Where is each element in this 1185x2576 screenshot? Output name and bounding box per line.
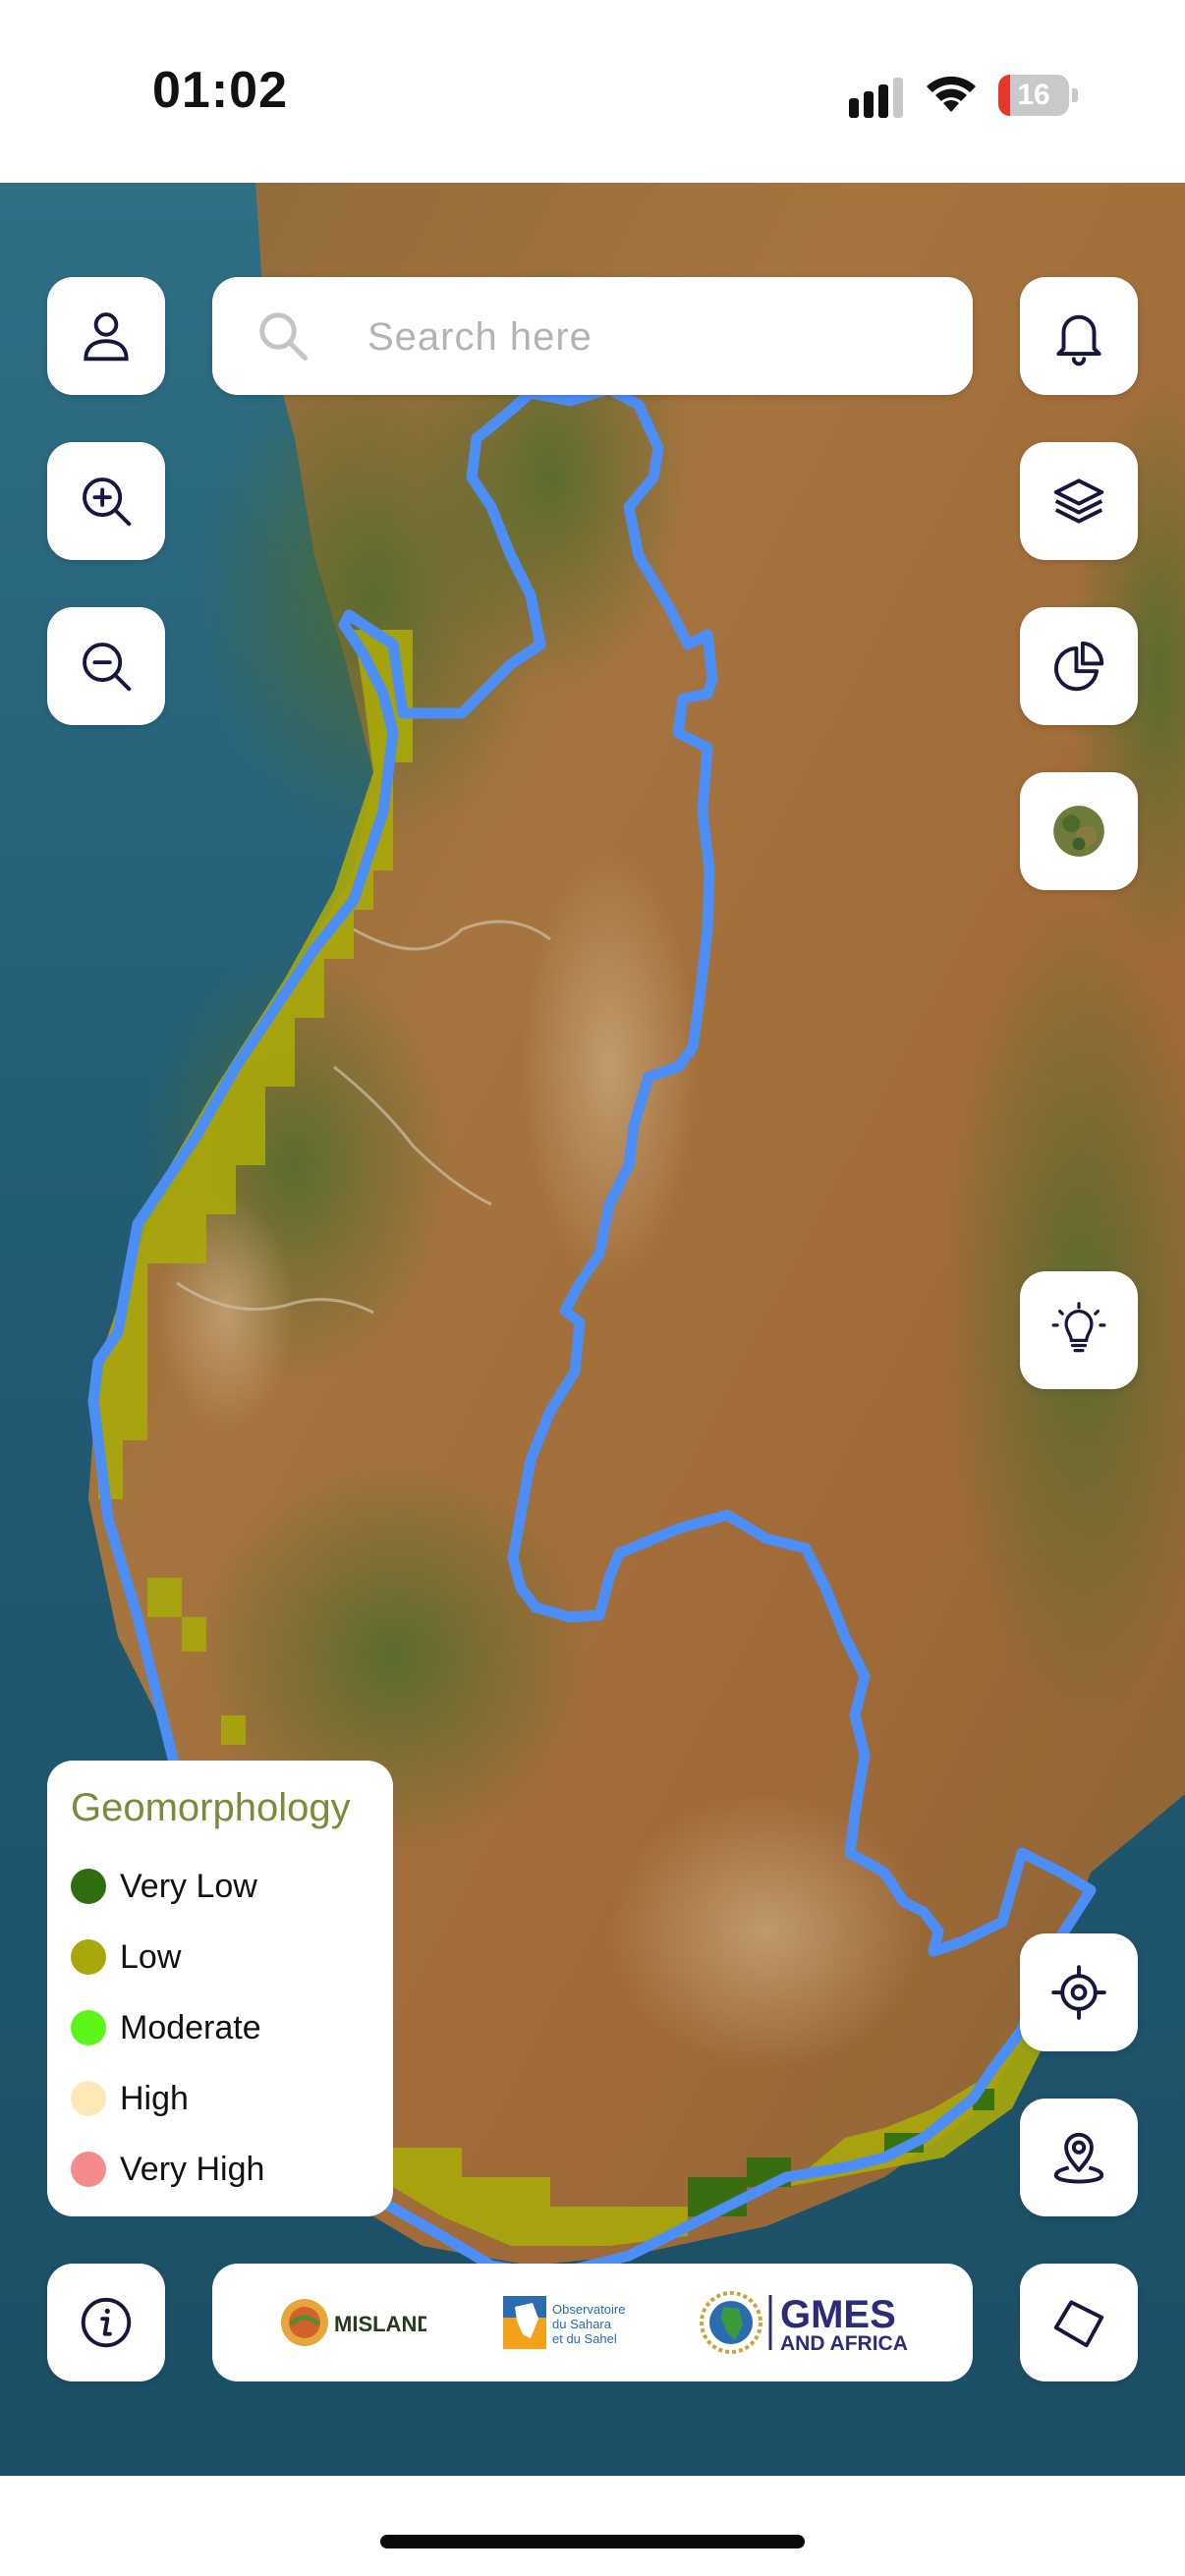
gmes-logo-text: GMES [780, 2293, 896, 2336]
basemap-toggle-button[interactable] [1020, 772, 1138, 890]
legend-item: Moderate [71, 2004, 261, 2051]
user-icon [84, 312, 129, 362]
polygon-icon [1053, 2300, 1104, 2348]
partner-logos-bar: MISLAND Observatoire du Sahara et du Sah… [212, 2264, 973, 2381]
legend-swatch [71, 2010, 106, 2045]
legend-swatch [71, 2152, 106, 2187]
gmes-logo-subtext: AND AFRICA [780, 2332, 908, 2355]
status-bar: 01:02 16 [0, 0, 1185, 183]
info-icon [81, 2297, 132, 2348]
info-button[interactable] [47, 2264, 165, 2381]
my-location-button[interactable] [1020, 1933, 1138, 2051]
misland-logo: MISLAND [279, 2264, 432, 2381]
pin-location-button[interactable] [1020, 2099, 1138, 2216]
zoom-out-icon [83, 643, 132, 692]
battery-icon: 16 [998, 75, 1078, 116]
notifications-button[interactable] [1020, 277, 1138, 395]
legend-swatch [71, 1869, 106, 1904]
oss-logo-text: Observatoire [552, 2302, 625, 2317]
oss-logo-text: et du Sahel [552, 2331, 617, 2346]
statistics-button[interactable] [1020, 607, 1138, 725]
legend-item: Very High [71, 2146, 264, 2193]
legend-swatch [71, 2081, 106, 2116]
layers-button[interactable] [1020, 442, 1138, 560]
map-legend: Geomorphology Very Low Low Moderate High… [47, 1761, 393, 2216]
legend-label: High [120, 2079, 189, 2117]
oss-logo-text: du Sahara [552, 2317, 612, 2331]
wifi-icon [927, 76, 976, 112]
map-pin-icon [1053, 2132, 1104, 2184]
legend-label: Very Low [120, 1867, 257, 1905]
status-time: 01:02 [152, 62, 288, 119]
oss-logo: Observatoire du Sahara et du Sahel [499, 2264, 627, 2381]
legend-label: Low [120, 1937, 182, 1976]
locate-icon [1051, 1965, 1106, 2020]
zoom-in-button[interactable] [47, 442, 165, 560]
legend-label: Very High [120, 2150, 265, 2188]
legend-item: High [71, 2075, 189, 2122]
legend-item: Low [71, 1933, 181, 1981]
zoom-out-button[interactable] [47, 607, 165, 725]
legend-label: Moderate [120, 2008, 261, 2046]
home-indicator[interactable] [380, 2535, 805, 2548]
legend-title: Geomorphology [71, 1786, 351, 1829]
zoom-in-icon [83, 477, 132, 527]
legend-swatch [71, 1939, 106, 1975]
bell-icon [1056, 314, 1101, 366]
dry-patch [609, 1794, 924, 2069]
battery-level: 16 [1017, 79, 1050, 111]
misland-logo-text: MISLAND [334, 2312, 426, 2336]
search-icon [259, 312, 308, 361]
tips-button[interactable] [1020, 1271, 1138, 1389]
profile-button[interactable] [47, 277, 165, 395]
cellular-signal-icon [849, 78, 903, 118]
legend-item: Very Low [71, 1863, 257, 1910]
basemap-thumbnail [1053, 806, 1104, 857]
lightbulb-icon [1051, 1302, 1106, 1353]
search-bar[interactable] [212, 277, 973, 395]
layers-icon [1053, 478, 1104, 524]
pie-chart-icon [1054, 641, 1104, 692]
search-input[interactable] [366, 299, 939, 375]
draw-polygon-button[interactable] [1020, 2264, 1138, 2381]
gmes-africa-logo: GMES AND AFRICA [696, 2264, 931, 2381]
